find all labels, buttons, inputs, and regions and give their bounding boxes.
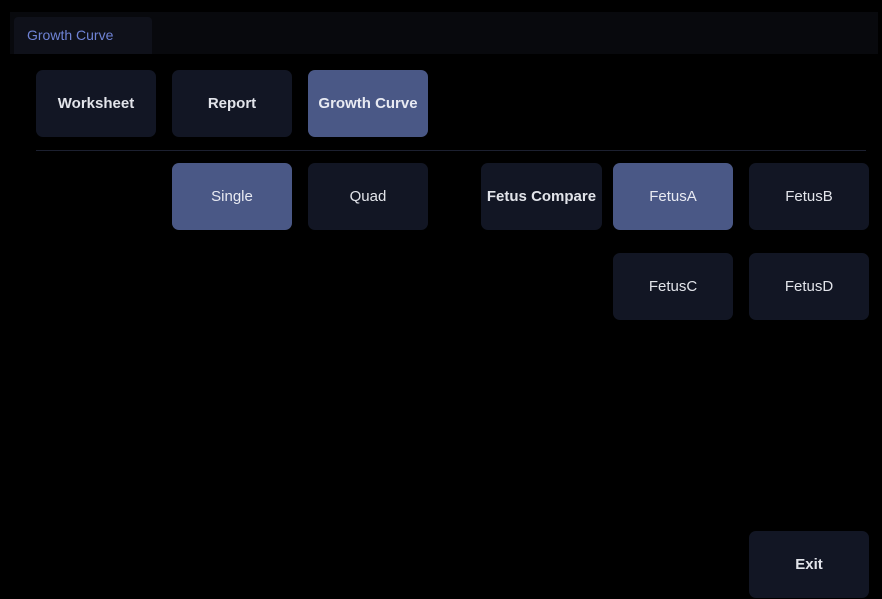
growth-curve-button[interactable]: Growth Curve: [308, 70, 428, 137]
fetus-b-button[interactable]: FetusB: [749, 163, 869, 230]
growth-curve-screen: Growth Curve Worksheet Report Growth Cur…: [0, 0, 882, 599]
fetus-c-button[interactable]: FetusC: [613, 253, 733, 320]
report-button[interactable]: Report: [172, 70, 292, 137]
exit-button[interactable]: Exit: [749, 531, 869, 598]
tab-growth-curve[interactable]: Growth Curve: [14, 17, 152, 54]
section-divider: [36, 150, 866, 151]
fetus-a-button[interactable]: FetusA: [613, 163, 733, 230]
fetus-compare-button[interactable]: Fetus Compare: [481, 163, 602, 230]
single-button[interactable]: Single: [172, 163, 292, 230]
quad-button[interactable]: Quad: [308, 163, 428, 230]
worksheet-button[interactable]: Worksheet: [36, 70, 156, 137]
fetus-d-button[interactable]: FetusD: [749, 253, 869, 320]
